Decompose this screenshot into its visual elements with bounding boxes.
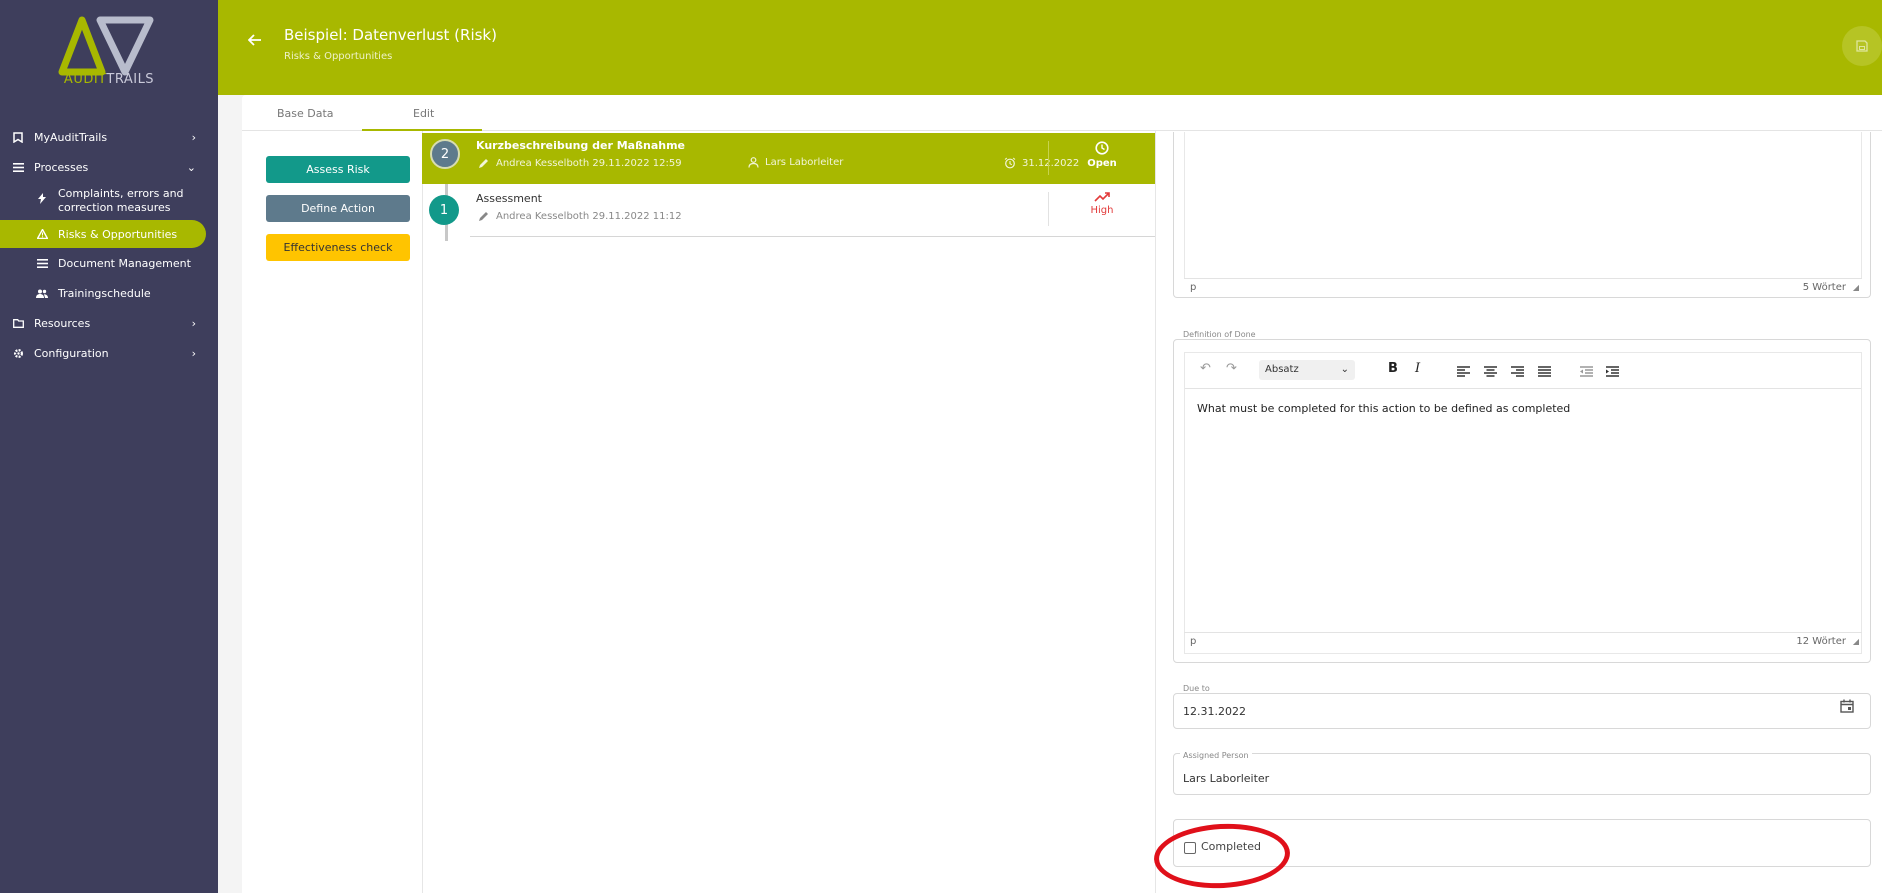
due-to-value[interactable]: 12.31.2022 <box>1183 705 1246 718</box>
entry-number-badge: 2 <box>430 139 460 169</box>
timeline-entry-2[interactable]: 2 Kurzbeschreibung der Maßnahme Andrea K… <box>422 133 1155 184</box>
logo-text: AUDITTRAILS <box>63 72 155 87</box>
chevron-down-icon: ⌄ <box>1340 364 1349 375</box>
sidebar-item-risks-opportunities[interactable]: Risks & Opportunities <box>0 220 206 248</box>
sidebar-item-label: MyAuditTrails <box>34 130 108 144</box>
sidebar-item-configuration[interactable]: Configuration › <box>0 338 218 368</box>
assigned-person-label: Assigned Person <box>1180 751 1252 760</box>
save-button[interactable] <box>1842 26 1882 66</box>
assigned-person-value[interactable]: Lars Laborleiter <box>1183 772 1269 785</box>
clock-icon <box>1095 141 1109 155</box>
editor-statusbar: p 5 Wörter ◢ <box>1184 278 1862 296</box>
trending-up-icon <box>1094 192 1110 202</box>
redo-icon[interactable]: ↷ <box>1226 361 1237 376</box>
gear-icon <box>12 347 24 359</box>
tab-bar: Base Data Edit <box>242 95 1882 131</box>
sidebar-item-trainingschedule[interactable]: Trainingschedule <box>0 278 218 308</box>
due-to-field[interactable] <box>1173 693 1871 729</box>
chevron-right-icon: › <box>191 131 196 144</box>
pencil-icon <box>479 212 488 221</box>
page-subtitle: Risks & Opportunities <box>284 51 393 62</box>
editor-path: p <box>1190 636 1197 647</box>
assess-risk-button[interactable]: Assess Risk <box>266 156 410 183</box>
timeline-divider <box>422 131 423 893</box>
assigned-person-field[interactable] <box>1173 753 1871 795</box>
alarm-icon <box>1004 157 1016 169</box>
pencil-icon <box>479 159 488 168</box>
tab-base-data[interactable]: Base Data <box>277 107 334 120</box>
page-header: Beispiel: Datenverlust (Risk) Risks & Op… <box>218 0 1882 95</box>
sidebar-item-processes[interactable]: Processes ⌄ <box>0 152 218 182</box>
word-count: 5 Wörter <box>1802 282 1846 293</box>
bookmark-icon <box>12 131 24 143</box>
back-arrow-icon[interactable] <box>247 34 264 48</box>
align-justify-icon[interactable] <box>1538 366 1551 377</box>
definition-of-done-text[interactable]: What must be completed for this action t… <box>1197 402 1570 415</box>
editor-path: p <box>1190 282 1197 293</box>
sidebar-nav: MyAuditTrails › Processes ⌄ Complaints, … <box>0 122 218 368</box>
description-editor-area[interactable] <box>1184 132 1862 278</box>
sidebar-item-label: Document Management <box>58 256 191 270</box>
due-to-label: Due to <box>1180 684 1213 693</box>
lines-icon <box>36 257 48 269</box>
effectiveness-check-button[interactable]: Effectiveness check <box>266 234 410 261</box>
sidebar: AUDITTRAILS MyAuditTrails › Processes ⌄ … <box>0 0 218 893</box>
align-right-icon[interactable] <box>1511 366 1524 377</box>
sidebar-item-label: Resources <box>34 316 91 330</box>
entry-number-badge: 1 <box>429 195 459 225</box>
sidebar-item-label: Risks & Opportunities <box>58 227 178 241</box>
person-icon <box>748 157 759 168</box>
sidebar-item-myaudittrails[interactable]: MyAuditTrails › <box>0 122 218 152</box>
list-icon <box>12 161 24 173</box>
undo-icon[interactable]: ↶ <box>1200 361 1211 376</box>
entry-assignee: Lars Laborleiter <box>748 157 843 168</box>
resize-grip-icon[interactable]: ◢ <box>1853 283 1859 292</box>
chevron-right-icon: › <box>191 317 196 330</box>
folder-icon <box>12 317 24 329</box>
entry-divider <box>1048 141 1049 175</box>
sidebar-item-resources[interactable]: Resources › <box>0 308 218 338</box>
calendar-icon[interactable] <box>1840 699 1854 713</box>
description-editor: p 5 Wörter ◢ <box>1173 132 1871 298</box>
editor-toolbar: ↶ ↷ Absatz ⌄ B I <box>1185 355 1861 389</box>
define-action-button[interactable]: Define Action <box>266 195 410 222</box>
entry-status: Open <box>1072 141 1132 169</box>
entry-title: Assessment <box>476 192 542 205</box>
format-select[interactable]: Absatz ⌄ <box>1259 360 1355 380</box>
word-count: 12 Wörter <box>1796 636 1846 647</box>
outdent-icon[interactable] <box>1580 366 1593 377</box>
warning-icon <box>36 228 48 240</box>
entry-due-date: 31.12.2022 <box>1004 157 1079 169</box>
bold-icon[interactable]: B <box>1388 361 1398 376</box>
italic-icon[interactable]: I <box>1415 361 1420 376</box>
page-title: Beispiel: Datenverlust (Risk) <box>284 26 497 44</box>
entry-divider <box>1048 192 1049 226</box>
save-icon <box>1856 40 1868 52</box>
entry-status: High <box>1072 192 1132 216</box>
sidebar-item-complaints[interactable]: Complaints, errors and correction measur… <box>0 182 218 220</box>
align-center-icon[interactable] <box>1484 366 1497 377</box>
users-icon <box>36 287 48 299</box>
entry-title: Kurzbeschreibung der Maßnahme <box>476 139 685 152</box>
definition-of-done-label: Definition of Done <box>1180 330 1259 339</box>
definition-of-done-editor <box>1184 352 1862 654</box>
editor-statusbar: p 12 Wörter ◢ <box>1184 632 1862 650</box>
sidebar-item-label: Complaints, errors and correction measur… <box>58 187 184 214</box>
chevron-right-icon: › <box>191 347 196 360</box>
tab-edit[interactable]: Edit <box>413 107 434 120</box>
sidebar-item-label: Processes <box>34 160 89 174</box>
bolt-icon <box>36 192 48 204</box>
entry-author: Andrea Kesselboth 29.11.2022 11:12 <box>478 210 682 222</box>
sidebar-item-label: Configuration <box>34 346 109 360</box>
timeline-entry-1[interactable]: Assessment Andrea Kesselboth 29.11.2022 … <box>470 184 1155 237</box>
entry-author: Andrea Kesselboth 29.11.2022 12:59 <box>478 157 682 169</box>
chevron-down-icon: ⌄ <box>186 161 196 174</box>
align-left-icon[interactable] <box>1457 366 1470 377</box>
sidebar-item-label: Trainingschedule <box>58 286 151 300</box>
sidebar-item-document-management[interactable]: Document Management <box>0 248 218 278</box>
indent-icon[interactable] <box>1606 366 1619 377</box>
resize-grip-icon[interactable]: ◢ <box>1853 637 1859 646</box>
